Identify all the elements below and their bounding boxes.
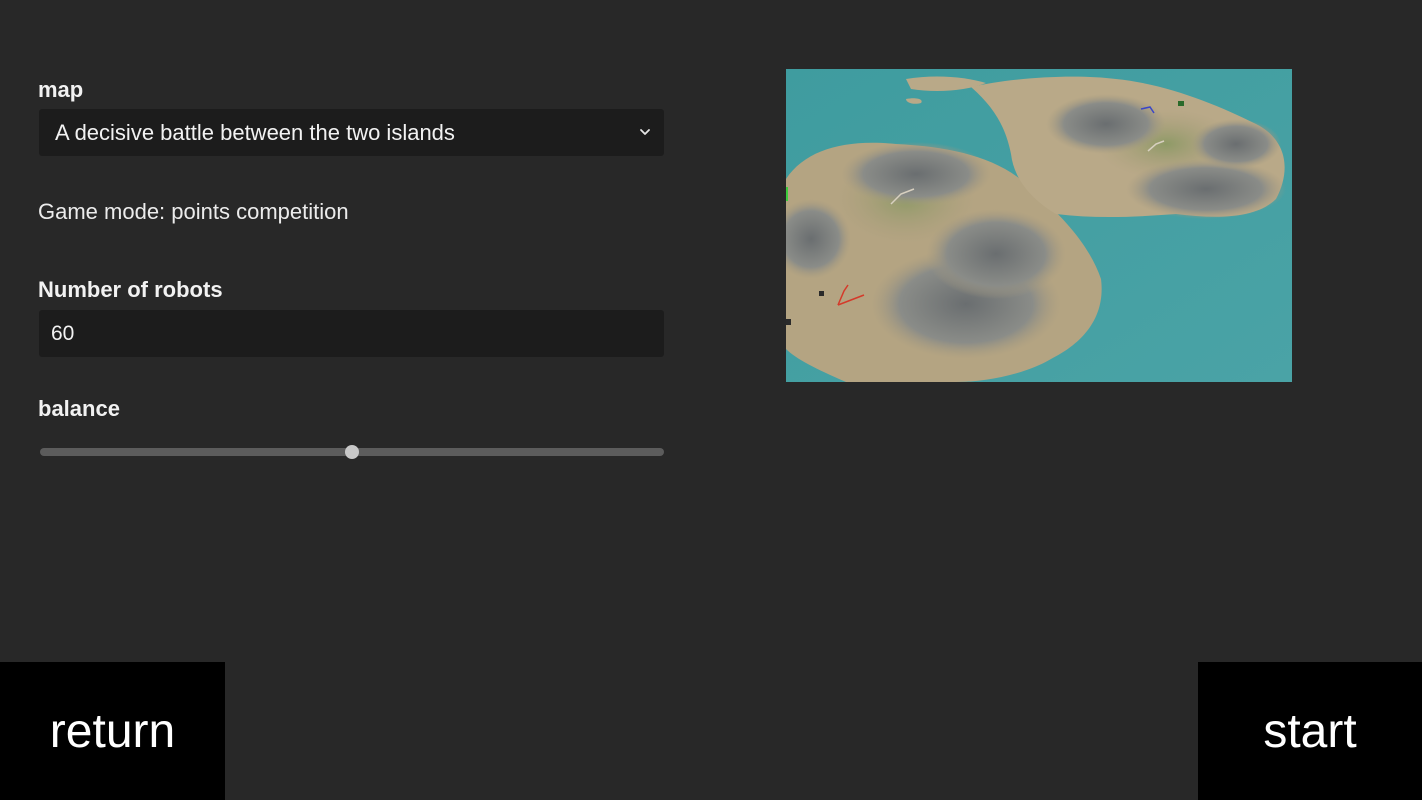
balance-slider-thumb[interactable] [345, 445, 359, 459]
map-preview-image [786, 69, 1292, 382]
robots-input[interactable]: 60 [39, 310, 664, 357]
robots-input-value: 60 [51, 321, 75, 345]
map-label: map [38, 77, 84, 102]
game-mode-text: Game mode: points competition [38, 199, 349, 224]
robots-label: Number of robots [38, 277, 223, 302]
map-select-value: A decisive battle between the two island… [55, 119, 455, 145]
start-button[interactable]: start [1198, 662, 1422, 800]
return-button[interactable]: return [0, 662, 225, 800]
chevron-down-icon [640, 129, 650, 135]
balance-label: balance [38, 396, 120, 421]
map-select[interactable]: A decisive battle between the two island… [39, 109, 664, 156]
game-setup-screen: map A decisive battle between the two is… [0, 0, 1422, 800]
